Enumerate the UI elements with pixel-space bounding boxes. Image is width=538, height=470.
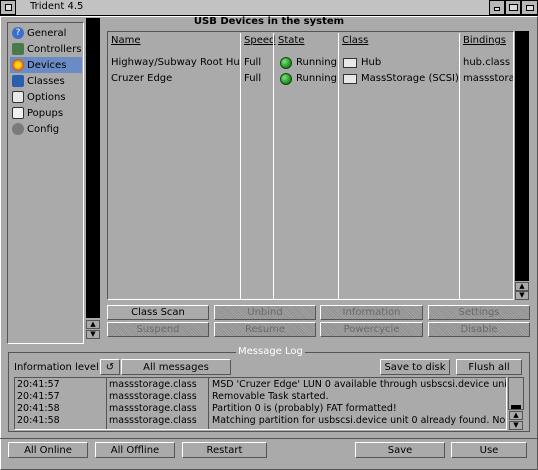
log-scrollbar-knob[interactable] [511, 405, 521, 409]
log-source: massstorage.class [109, 415, 197, 426]
device-speed: Full [244, 57, 262, 68]
sidebar-item-general[interactable]: ? General [10, 25, 82, 41]
device-speed: Full [244, 73, 262, 84]
information-button[interactable]: Information [320, 305, 423, 320]
sidebar-item-config[interactable]: Config [10, 121, 82, 137]
information-level-label: Information level: [14, 362, 103, 373]
log-entry[interactable]: 20:41:58 massstorage.class Matching part… [15, 415, 506, 427]
log-message: MSD 'Cruzer Edge' LUN 0 available throug… [212, 379, 506, 390]
log-entry[interactable]: 20:41:57 massstorage.class Removable Tas… [15, 391, 506, 403]
sidebar-item-classes[interactable]: Classes [10, 73, 82, 89]
classes-icon [12, 75, 24, 87]
zoom-button[interactable] [505, 0, 521, 15]
device-class: Hub [361, 57, 382, 68]
log-source: massstorage.class [109, 391, 197, 402]
log-time: 20:41:58 [17, 403, 60, 414]
sidebar-item-options[interactable]: Options [10, 89, 82, 105]
log-scroll-up-button[interactable]: ▲ [509, 411, 523, 420]
log-time: 20:41:57 [17, 391, 60, 402]
log-scroll-down-button[interactable]: ▼ [509, 421, 523, 430]
running-status-icon [280, 73, 292, 85]
sidebar-scrollbar[interactable] [86, 18, 100, 318]
device-name: Highway/Subway Root Hub [111, 57, 239, 68]
device-list-scroll-up-button[interactable]: ▲ [515, 282, 529, 291]
device-state: Running [296, 57, 337, 68]
device-list-scrollbar[interactable] [515, 31, 529, 281]
device-bindings: hub.class [463, 57, 511, 68]
usb-panel-title: USB Devices in the system [193, 16, 345, 27]
class-scan-button[interactable]: Class Scan [107, 305, 209, 320]
log-source: massstorage.class [109, 403, 197, 414]
log-scrollbar[interactable] [508, 377, 524, 410]
device-list-scroll-down-button[interactable]: ▼ [515, 291, 529, 300]
running-status-icon [280, 57, 292, 69]
device-bindings: massstora [463, 73, 513, 84]
hub-class-icon [343, 58, 357, 68]
sidebar-item-popups[interactable]: Popups [10, 105, 82, 121]
sidebar-item-devices[interactable]: Devices [10, 57, 82, 73]
controllers-icon [12, 43, 24, 55]
iconify-button[interactable] [489, 0, 505, 15]
window-title: Trident 4.5 [30, 1, 84, 12]
all-online-button[interactable]: All Online [8, 442, 88, 458]
depth-button[interactable] [521, 0, 538, 15]
restart-button[interactable]: Restart [182, 442, 267, 458]
suspend-button[interactable]: Suspend [107, 322, 209, 337]
log-source: massstorage.class [109, 379, 197, 390]
log-entry[interactable]: 20:41:57 massstorage.class MSD 'Cruzer E… [15, 379, 506, 391]
powercycle-button[interactable]: Powercycle [320, 322, 423, 337]
sidebar-scroll-up-button[interactable]: ▲ [86, 320, 100, 329]
log-entry[interactable]: 20:41:58 massstorage.class Partition 0 i… [15, 403, 506, 415]
save-button[interactable]: Save [355, 442, 445, 458]
use-button[interactable]: Use [451, 442, 527, 458]
disable-button[interactable]: Disable [428, 322, 530, 337]
sidebar-item-controllers[interactable]: Controllers [10, 41, 82, 57]
log-message: Partition 0 is (probably) FAT formatted! [212, 403, 397, 414]
title-bar[interactable]: Trident 4.5 [0, 0, 538, 16]
cycle-icon[interactable]: ↺ [100, 359, 120, 375]
settings-button[interactable]: Settings [428, 305, 530, 320]
column-header-class[interactable]: Class [342, 35, 368, 46]
message-log-title: Message Log [236, 346, 305, 357]
options-icon [12, 91, 24, 103]
column-header-bindings[interactable]: Bindings [463, 35, 506, 46]
device-class: MassStorage (SCSI) [361, 73, 459, 84]
unbind-button[interactable]: Unbind [214, 305, 316, 320]
column-header-name[interactable]: Name [111, 35, 141, 46]
config-icon [12, 123, 24, 135]
resume-button[interactable]: Resume [214, 322, 316, 337]
log-message: Removable Task started. [212, 391, 329, 402]
log-message: Matching partition for usbscsi.device un… [212, 415, 506, 426]
message-log-list[interactable]: 20:41:57 massstorage.class MSD 'Cruzer E… [14, 377, 507, 430]
save-to-disk-button[interactable]: Save to disk [380, 359, 450, 375]
information-level-cycle[interactable]: All messages [121, 359, 231, 375]
flush-all-button[interactable]: Flush all [456, 359, 522, 375]
close-button[interactable] [0, 0, 16, 15]
device-name: Cruzer Edge [111, 73, 173, 84]
mass-storage-class-icon [343, 74, 357, 84]
sidebar-scroll-down-button[interactable]: ▼ [86, 330, 100, 339]
column-header-state[interactable]: State [278, 35, 304, 46]
table-row[interactable]: Highway/Subway Root Hub Full Running Hub… [108, 55, 513, 71]
table-row[interactable]: Cruzer Edge Full Running MassStorage (SC… [108, 71, 513, 87]
devices-icon [12, 59, 24, 71]
usb-device-list[interactable]: Name Speed State Class Bindings Highway/… [107, 31, 514, 300]
column-header-speed[interactable]: Speed [244, 35, 275, 46]
all-offline-button[interactable]: All Offline [95, 442, 175, 458]
device-state: Running [296, 73, 337, 84]
log-time: 20:41:57 [17, 379, 60, 390]
divider [0, 438, 538, 439]
log-time: 20:41:58 [17, 415, 60, 426]
help-icon: ? [12, 27, 24, 39]
popups-icon [12, 107, 24, 119]
sidebar: ? General Controllers Devices Classes Op… [7, 22, 84, 344]
